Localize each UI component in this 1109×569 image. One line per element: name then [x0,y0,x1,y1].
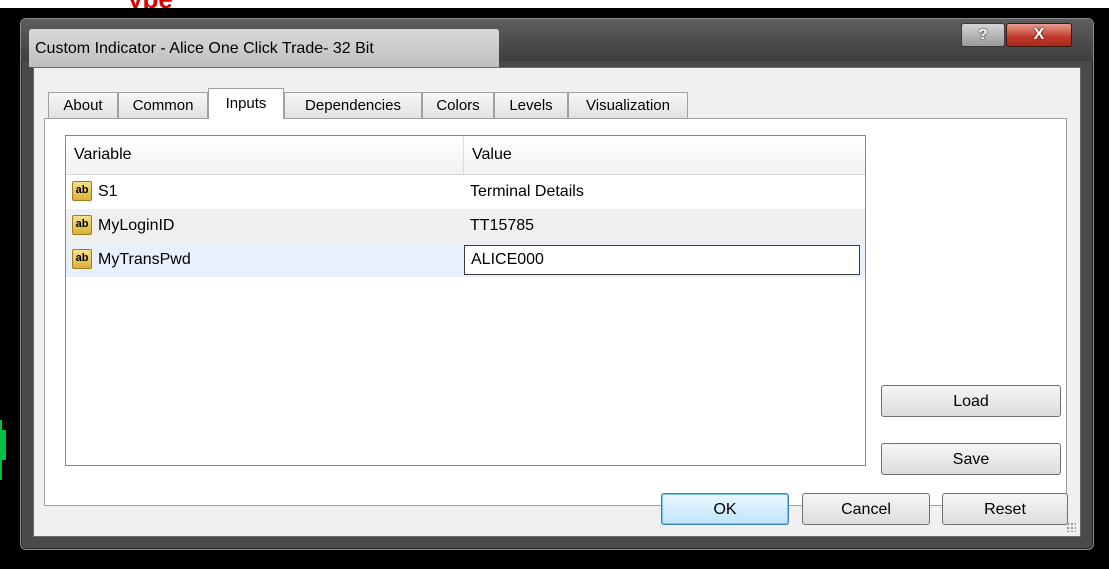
tab-visualization[interactable]: Visualization [568,92,688,118]
variable-name: MyTransPwd [98,251,191,268]
table-row-selected[interactable]: ab MyTransPwd [66,243,865,277]
ab-type-icon: ab [72,180,92,201]
tab-colors[interactable]: Colors [422,92,494,118]
chart-line [0,420,2,480]
window-title: Custom Indicator - Alice One Click Trade… [35,40,374,57]
reset-button[interactable]: Reset [942,493,1068,525]
table-row[interactable]: ab MyLoginID TT15785 [66,209,865,243]
inputs-tab-panel: Variable Value ab S1 Terminal Details ab M… [44,118,1067,506]
inputs-grid: Variable Value ab S1 Terminal Details ab M… [65,135,866,466]
close-icon[interactable]: X [1006,23,1072,47]
load-button[interactable]: Load [881,385,1061,417]
custom-indicator-dialog: Custom Indicator - Alice One Click Trade… [20,18,1094,550]
tab-inputs[interactable]: Inputs [208,88,284,119]
grid-header: Variable Value [66,136,865,175]
cancel-button[interactable]: Cancel [802,493,930,525]
value-cell[interactable]: TT15785 [470,209,534,243]
ok-button[interactable]: OK [661,493,789,525]
dialog-client-area: About Common Inputs Dependencies Colors … [33,67,1081,537]
variable-cell: ab S1 [72,175,118,209]
background-caption: ype [128,0,173,8]
ab-type-icon: ab [72,248,92,269]
value-cell[interactable]: Terminal Details [470,175,584,209]
value-edit-field[interactable] [464,245,860,275]
help-icon[interactable]: ? [961,23,1005,47]
table-row[interactable]: ab S1 Terminal Details [66,175,865,209]
column-header-value[interactable]: Value [464,136,865,174]
variable-cell: ab MyTransPwd [72,243,191,277]
save-button[interactable]: Save [881,443,1061,475]
ab-type-icon: ab [72,214,92,235]
variable-name: S1 [98,183,118,200]
tab-levels[interactable]: Levels [494,92,568,118]
background-caption-clip: ype [0,0,1109,10]
column-header-variable[interactable]: Variable [66,136,463,174]
tab-dependencies[interactable]: Dependencies [284,92,422,118]
variable-name: MyLoginID [98,217,175,234]
resize-grip-icon[interactable] [1066,522,1076,532]
tab-common[interactable]: Common [118,92,208,118]
tab-about[interactable]: About [48,92,118,118]
variable-cell: ab MyLoginID [72,209,174,243]
